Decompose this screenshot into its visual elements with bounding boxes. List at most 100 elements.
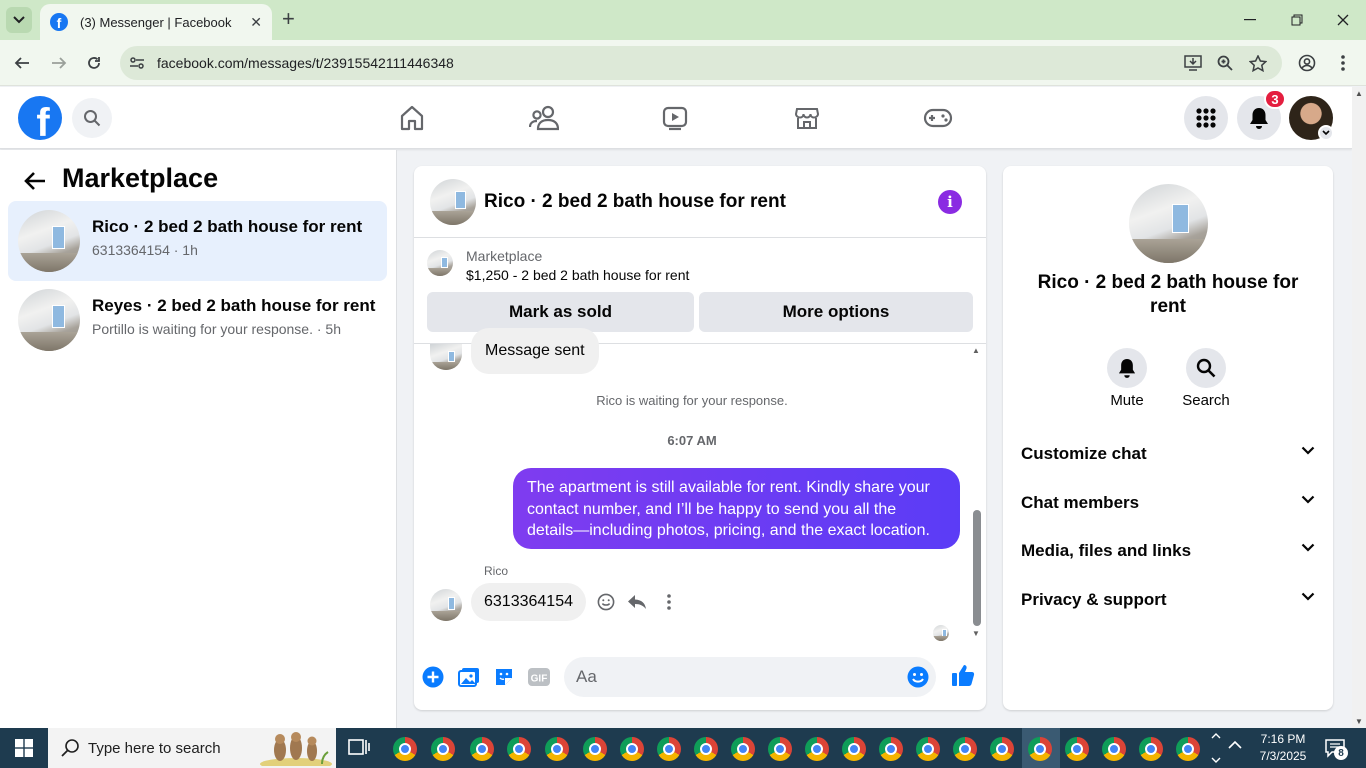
browser-tab[interactable]: f (3) Messenger | Facebook ✕ bbox=[40, 4, 272, 40]
facebook-logo[interactable]: f bbox=[18, 96, 62, 140]
scroll-up-arrow-icon[interactable]: ▲ bbox=[972, 346, 980, 355]
video-nav-button[interactable] bbox=[658, 101, 692, 135]
facebook-search-button[interactable] bbox=[72, 98, 112, 138]
waiting-notice: Rico is waiting for your response. bbox=[596, 393, 788, 408]
scroll-down-arrow-icon[interactable]: ▼ bbox=[1355, 717, 1363, 726]
search-circle[interactable] bbox=[1186, 348, 1226, 388]
chrome-taskbar-icon[interactable] bbox=[694, 737, 718, 761]
sticker-icon bbox=[496, 669, 512, 685]
start-button[interactable] bbox=[0, 728, 48, 768]
sticker-button[interactable] bbox=[491, 664, 517, 690]
chrome-taskbar-icon[interactable] bbox=[805, 737, 829, 761]
forward-icon[interactable] bbox=[48, 52, 70, 74]
profile-icon[interactable] bbox=[1296, 52, 1318, 74]
privacy-support-section[interactable]: Privacy & support bbox=[1011, 578, 1325, 622]
friends-nav-button[interactable] bbox=[527, 101, 561, 135]
mute-circle[interactable] bbox=[1107, 348, 1147, 388]
sender-avatar[interactable] bbox=[430, 589, 462, 621]
back-icon[interactable] bbox=[11, 52, 33, 74]
scroll-down-arrow-icon[interactable]: ▼ bbox=[972, 629, 980, 638]
section-label: Media, files and links bbox=[1021, 541, 1192, 560]
reply-button[interactable] bbox=[626, 591, 648, 613]
chrome-taskbar-icon[interactable] bbox=[507, 737, 531, 761]
restore-icon[interactable] bbox=[1287, 10, 1307, 30]
zoom-icon[interactable] bbox=[1215, 53, 1235, 73]
show-hidden-icons-icon[interactable] bbox=[1228, 740, 1242, 750]
chrome-taskbar-icon[interactable] bbox=[1139, 737, 1163, 761]
chevron-up-down-icon bbox=[1211, 733, 1221, 763]
chat-avatar[interactable] bbox=[430, 179, 476, 225]
chrome-taskbar-icon[interactable] bbox=[842, 737, 866, 761]
info-icon[interactable]: i bbox=[938, 190, 962, 214]
gif-button[interactable]: GIF bbox=[526, 664, 552, 690]
chrome-taskbar-icon[interactable] bbox=[393, 737, 417, 761]
chrome-taskbar-icon[interactable] bbox=[990, 737, 1014, 761]
mute-button[interactable]: Mute bbox=[1087, 348, 1167, 409]
chrome-taskbar-icon[interactable] bbox=[470, 737, 494, 761]
new-tab-button[interactable]: + bbox=[282, 8, 295, 30]
chrome-taskbar-icon[interactable] bbox=[545, 737, 569, 761]
media-files-links-section[interactable]: Media, files and links bbox=[1011, 529, 1325, 573]
chrome-taskbar-icon[interactable] bbox=[916, 737, 940, 761]
mark-as-sold-button[interactable]: Mark as sold bbox=[427, 292, 694, 332]
page-scrollbar[interactable]: ▲ ▼ bbox=[1352, 87, 1366, 728]
emoji-button[interactable] bbox=[907, 666, 929, 688]
send-like-button[interactable] bbox=[950, 662, 976, 688]
chrome-taskbar-icon[interactable] bbox=[731, 737, 755, 761]
attach-media-button[interactable] bbox=[456, 664, 482, 690]
video-icon bbox=[662, 106, 688, 131]
listing-price-title[interactable]: $1,250 - 2 bed 2 bath house for rent bbox=[466, 267, 689, 283]
menu-button[interactable] bbox=[1184, 96, 1228, 140]
conversation-item[interactable]: Reyes · 2 bed 2 bath house for rent Port… bbox=[8, 280, 387, 360]
chat-members-section[interactable]: Chat members bbox=[1011, 481, 1325, 525]
home-icon bbox=[400, 105, 424, 131]
scrollbar-thumb[interactable] bbox=[973, 510, 981, 626]
install-app-icon[interactable] bbox=[1183, 53, 1203, 73]
browser-menu-icon[interactable] bbox=[1332, 52, 1354, 74]
bookmark-star-icon[interactable] bbox=[1248, 53, 1268, 73]
message-input[interactable] bbox=[564, 657, 936, 697]
taskbar-overflow-arrows[interactable] bbox=[1210, 730, 1224, 766]
chrome-taskbar-icon[interactable] bbox=[1102, 737, 1126, 761]
chat-title[interactable]: Rico · 2 bed 2 bath house for rent bbox=[484, 191, 786, 213]
tab-close-icon[interactable]: ✕ bbox=[250, 14, 262, 31]
message-bubble-incoming: Message sent bbox=[471, 328, 599, 374]
gaming-nav-button[interactable] bbox=[921, 101, 955, 135]
panel-title: Marketplace bbox=[62, 163, 219, 193]
home-nav-button[interactable] bbox=[395, 101, 429, 135]
react-button[interactable] bbox=[595, 591, 617, 613]
listing-thumbnail[interactable] bbox=[427, 250, 453, 276]
chrome-taskbar-icon[interactable] bbox=[620, 737, 644, 761]
chrome-taskbar-icon[interactable] bbox=[1176, 737, 1200, 761]
task-view-icon[interactable] bbox=[346, 736, 372, 760]
gallery-icon bbox=[458, 668, 479, 687]
tab-search-button[interactable] bbox=[6, 7, 32, 33]
emoji-icon bbox=[907, 666, 929, 688]
chrome-taskbar-icon[interactable] bbox=[1028, 737, 1052, 761]
chrome-taskbar-icon[interactable] bbox=[657, 737, 681, 761]
address-bar[interactable]: facebook.com/messages/t/2391554211144634… bbox=[120, 46, 1282, 80]
chrome-taskbar-icon[interactable] bbox=[953, 737, 977, 761]
facebook-logo-letter: f bbox=[36, 101, 50, 140]
more-actions-button[interactable] bbox=[658, 591, 680, 613]
reload-icon[interactable] bbox=[83, 52, 105, 74]
chrome-taskbar-icon[interactable] bbox=[1065, 737, 1089, 761]
conversation-item[interactable]: Rico · 2 bed 2 bath house for rent 63133… bbox=[8, 201, 387, 281]
customize-chat-section[interactable]: Customize chat bbox=[1011, 432, 1325, 476]
account-caret[interactable] bbox=[1318, 125, 1334, 141]
chrome-taskbar-icon[interactable] bbox=[879, 737, 903, 761]
taskbar-clock[interactable]: 7:16 PM 7/3/2025 bbox=[1250, 731, 1316, 765]
marketplace-nav-button[interactable] bbox=[790, 101, 824, 135]
more-options-button[interactable]: More options bbox=[699, 292, 973, 332]
site-settings-icon[interactable] bbox=[127, 53, 147, 73]
back-button[interactable] bbox=[20, 166, 50, 196]
chat-scrollbar[interactable]: ▲ ▼ bbox=[972, 346, 982, 638]
search-in-conversation-button[interactable]: Search bbox=[1166, 348, 1246, 409]
more-actions-plus-button[interactable] bbox=[420, 664, 446, 690]
chrome-taskbar-icon[interactable] bbox=[768, 737, 792, 761]
scroll-up-arrow-icon[interactable]: ▲ bbox=[1355, 89, 1363, 98]
chrome-taskbar-icon[interactable] bbox=[431, 737, 455, 761]
window-close-icon[interactable] bbox=[1333, 10, 1353, 30]
minimize-icon[interactable] bbox=[1240, 10, 1260, 30]
chrome-taskbar-icon[interactable] bbox=[583, 737, 607, 761]
